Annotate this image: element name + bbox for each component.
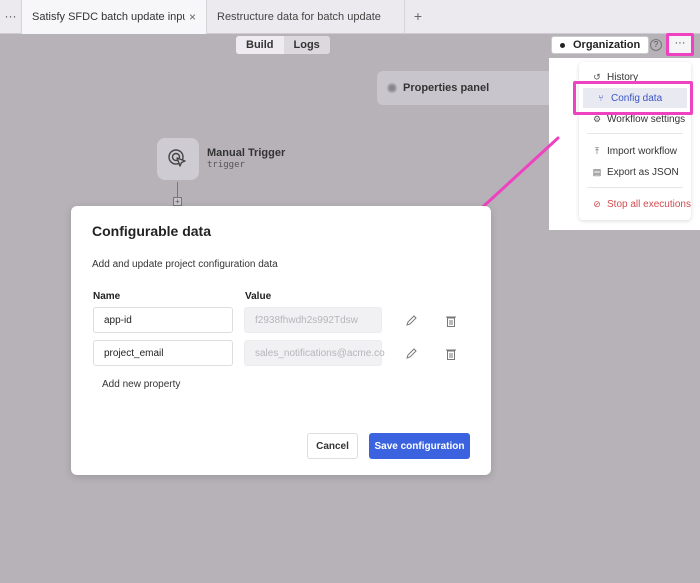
- property-name-input[interactable]: project_email: [93, 340, 233, 366]
- tab-restructure-data[interactable]: Restructure data for batch update: [207, 0, 405, 34]
- trigger-subtitle: trigger: [207, 160, 245, 170]
- cursor-click-icon: [168, 149, 186, 167]
- property-name-value: project_email: [104, 347, 164, 359]
- gear-icon: ⚙: [592, 113, 602, 124]
- save-configuration-button[interactable]: Save configuration: [369, 433, 470, 459]
- add-step-button[interactable]: +: [173, 197, 182, 206]
- property-value-input[interactable]: sales_notifications@acme.co: [244, 340, 385, 366]
- edit-icon[interactable]: [405, 347, 417, 361]
- status-dot-icon: [560, 42, 565, 48]
- upload-icon: ⤒: [595, 145, 599, 156]
- tab-active-workflow[interactable]: Satisfy SFDC batch update input sch ×: [22, 0, 207, 34]
- property-value-text: sales_notifications@acme.co: [255, 347, 385, 359]
- trigger-title: Manual Trigger: [207, 147, 286, 159]
- add-tab-button[interactable]: +: [405, 0, 431, 34]
- trash-icon[interactable]: [445, 347, 457, 361]
- menu-divider: [587, 187, 683, 188]
- menu-item-export-json[interactable]: ▤ Export as JSON: [579, 162, 691, 182]
- view-toggle: Build Logs: [236, 36, 330, 54]
- properties-label: Properties panel: [403, 82, 490, 94]
- save-label: Save configuration: [374, 440, 465, 452]
- organization-selector[interactable]: Organization: [551, 36, 650, 54]
- dialog-title: Configurable data: [92, 223, 212, 239]
- tab-active-label: Satisfy SFDC batch update input sch: [32, 11, 185, 23]
- configurable-data-dialog: Configurable data Add and update project…: [71, 206, 491, 475]
- property-value-input[interactable]: f2938fhwdh2s992Tdsw: [244, 307, 382, 333]
- annotation-highlight-box: [573, 81, 693, 115]
- node-connector: [177, 182, 178, 198]
- property-value-text: f2938fhwdh2s992Tdsw: [255, 314, 358, 326]
- property-name-input[interactable]: app-id: [93, 307, 233, 333]
- trash-icon[interactable]: [445, 314, 457, 328]
- cancel-label: Cancel: [316, 440, 349, 452]
- more-options-button[interactable]: ···: [666, 33, 694, 56]
- add-property-link[interactable]: Add new property: [102, 379, 180, 390]
- menu-item-label: Export as JSON: [607, 166, 679, 178]
- menu-item-import-workflow[interactable]: ⤒ Import workflow: [579, 141, 691, 161]
- menu-item-label: Import workflow: [607, 145, 678, 157]
- document-icon: ▤: [592, 166, 602, 177]
- organization-label: Organization: [573, 39, 641, 51]
- menu-item-label: Workflow settings: [607, 113, 686, 125]
- dialog-subtitle: Add and update project configuration dat…: [92, 259, 278, 270]
- properties-icon: [387, 83, 397, 93]
- close-icon[interactable]: ×: [189, 10, 196, 24]
- cancel-button[interactable]: Cancel: [307, 433, 358, 459]
- stop-icon: ⊘: [593, 198, 601, 209]
- column-header-name: Name: [93, 291, 121, 302]
- edit-icon[interactable]: [405, 314, 417, 328]
- property-name-value: app-id: [104, 314, 132, 326]
- tab-second-label: Restructure data for batch update: [217, 11, 381, 23]
- menu-item-label: Stop all executions: [607, 198, 691, 210]
- logs-tab[interactable]: Logs: [284, 36, 330, 54]
- help-icon[interactable]: ?: [650, 39, 662, 51]
- build-tab[interactable]: Build: [236, 36, 284, 54]
- column-header-value: Value: [245, 291, 272, 302]
- tab-bar: ··· Satisfy SFDC batch update input sch …: [0, 0, 700, 34]
- manual-trigger-node[interactable]: [157, 138, 199, 180]
- tab-overflow-button[interactable]: ···: [0, 0, 22, 34]
- menu-item-stop-executions[interactable]: ⊘ Stop all executions: [579, 194, 691, 214]
- menu-divider: [587, 133, 683, 134]
